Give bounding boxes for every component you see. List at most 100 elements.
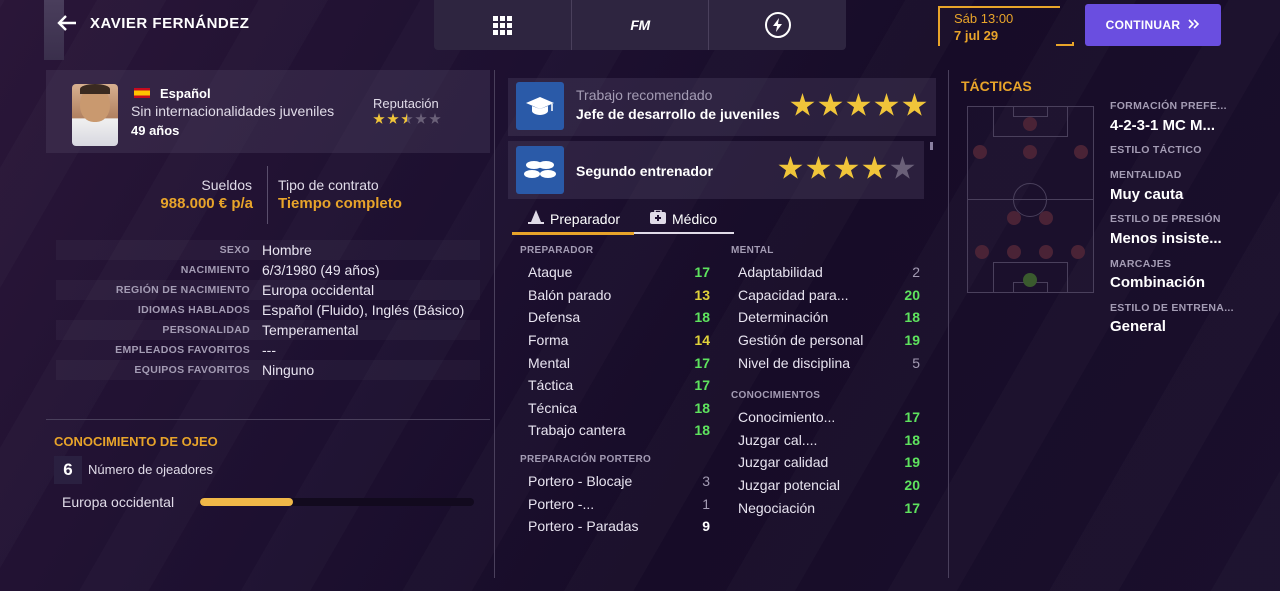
formation-player-dot bbox=[1007, 211, 1021, 225]
star-icon bbox=[387, 113, 399, 124]
tab-underline-active bbox=[512, 232, 634, 235]
attribute-name: Adaptabilidad bbox=[738, 264, 823, 281]
tactic-value: General bbox=[1110, 318, 1166, 335]
tactic-key: ESTILO DE PRESIÓN bbox=[1110, 213, 1221, 225]
game-time: Sáb 13:00 bbox=[954, 11, 1014, 26]
grid-menu-button[interactable] bbox=[434, 0, 572, 50]
role-name: Segundo entrenador bbox=[576, 163, 713, 179]
fm-home-button[interactable]: FM bbox=[572, 0, 710, 50]
knowledge-region: Europa occidental bbox=[62, 494, 175, 510]
info-value: Ninguno bbox=[262, 362, 315, 378]
attribute-row[interactable]: Juzgar cal.... 18 bbox=[738, 429, 920, 452]
attribute-value: 1 bbox=[702, 495, 710, 512]
formation-pitch[interactable] bbox=[967, 106, 1094, 293]
tab-preparador[interactable]: Preparador bbox=[528, 210, 620, 227]
divider bbox=[46, 419, 490, 420]
avatar bbox=[72, 84, 118, 146]
attribute-name: Portero - Blocaje bbox=[528, 473, 633, 490]
attribute-row[interactable]: Adaptabilidad 2 bbox=[738, 261, 920, 284]
attribute-row[interactable]: Conocimiento... 17 bbox=[738, 406, 920, 429]
fm-logo: FM bbox=[630, 17, 650, 33]
info-key: PERSONALIDAD bbox=[162, 324, 250, 336]
back-arrow-icon[interactable] bbox=[56, 12, 80, 36]
attribute-name: Nivel de disciplina bbox=[738, 354, 851, 371]
star-icon bbox=[806, 156, 831, 179]
attribute-value: 3 bbox=[702, 473, 710, 490]
attribute-value: 17 bbox=[904, 499, 920, 516]
attribute-value: 18 bbox=[904, 309, 920, 326]
section-title: PREPARADOR bbox=[520, 245, 594, 256]
tactic-key: MENTALIDAD bbox=[1110, 169, 1182, 181]
info-row: NACIMIENTO 6/3/1980 (49 años) bbox=[56, 260, 480, 280]
attribute-list-mental: Adaptabilidad 2 Capacidad para... 20 Determi… bbox=[738, 261, 920, 374]
star-icon bbox=[401, 113, 413, 124]
attribute-row[interactable]: Portero -... 1 bbox=[528, 493, 710, 516]
star-icon bbox=[778, 156, 803, 179]
attribute-value: 19 bbox=[904, 454, 920, 471]
info-key: SEXO bbox=[219, 244, 250, 256]
attribute-name: Capacidad para... bbox=[738, 286, 849, 303]
attribute-row[interactable]: Técnica 18 bbox=[528, 397, 710, 420]
knowledge-bar-fill bbox=[200, 498, 294, 506]
scrollbar[interactable] bbox=[930, 142, 933, 150]
attribute-value: 2 bbox=[912, 264, 920, 281]
tab-medico[interactable]: Médico bbox=[650, 209, 718, 227]
divider bbox=[267, 166, 268, 224]
attribute-row[interactable]: Ataque 17 bbox=[528, 261, 710, 284]
attribute-name: Trabajo cantera bbox=[528, 422, 626, 439]
quick-action-button[interactable] bbox=[709, 0, 846, 50]
attribute-row[interactable]: Táctica 17 bbox=[528, 374, 710, 397]
attribute-name: Gestión de personal bbox=[738, 332, 864, 349]
graduation-cap-icon bbox=[516, 82, 564, 130]
attribute-row[interactable]: Capacidad para... 20 bbox=[738, 284, 920, 307]
info-value: Temperamental bbox=[262, 322, 359, 338]
attribute-name: Negociación bbox=[738, 499, 816, 516]
date-frame-corner bbox=[1056, 42, 1074, 46]
attribute-row[interactable]: Negociación 17 bbox=[738, 496, 920, 519]
salary-value: 988.000 € p/a bbox=[160, 195, 253, 212]
attribute-name: Forma bbox=[528, 332, 569, 349]
scouts-count: 6 bbox=[54, 456, 82, 484]
star-icon bbox=[834, 156, 859, 179]
formation-player-dot bbox=[1007, 245, 1021, 259]
tactic-key: MARCAJES bbox=[1110, 258, 1172, 270]
tab-label: Médico bbox=[672, 210, 718, 227]
attribute-row[interactable]: Determinación 18 bbox=[738, 306, 920, 329]
formation-player-dot bbox=[1074, 145, 1088, 159]
star-icon bbox=[415, 113, 427, 124]
section-title: PREPARACIÓN PORTERO bbox=[520, 454, 652, 465]
column-divider bbox=[494, 70, 495, 578]
attribute-value: 18 bbox=[904, 431, 920, 448]
info-key: IDIOMAS HABLADOS bbox=[137, 304, 250, 316]
attribute-row[interactable]: Defensa 18 bbox=[528, 306, 710, 329]
attribute-name: Portero - Paradas bbox=[528, 518, 639, 535]
attribute-name: Defensa bbox=[528, 309, 581, 326]
cone-icon bbox=[528, 210, 544, 227]
bolt-icon bbox=[764, 12, 791, 38]
tactic-value: Muy cauta bbox=[1110, 186, 1184, 203]
continue-button[interactable]: CONTINUAR bbox=[1085, 4, 1221, 46]
attribute-row[interactable]: Trabajo cantera 18 bbox=[528, 419, 710, 442]
attribute-row[interactable]: Juzgar calidad 19 bbox=[738, 451, 920, 474]
info-value: Hombre bbox=[262, 242, 312, 258]
attribute-value: 9 bbox=[702, 518, 710, 535]
attribute-value: 5 bbox=[912, 354, 920, 371]
attribute-name: Técnica bbox=[528, 399, 578, 416]
attribute-row[interactable]: Nivel de disciplina 5 bbox=[738, 351, 920, 374]
attribute-list-preparador: Ataque 17 Balón parado 13 Defensa 18 Forma 14 Me… bbox=[528, 261, 710, 442]
attribute-row[interactable]: Mental 17 bbox=[528, 351, 710, 374]
star-icon bbox=[862, 156, 887, 179]
attribute-value: 17 bbox=[694, 264, 710, 281]
reputation-stars bbox=[373, 113, 441, 125]
attribute-row[interactable]: Gestión de personal 19 bbox=[738, 329, 920, 352]
attribute-row[interactable]: Forma 14 bbox=[528, 329, 710, 352]
attribute-row[interactable]: Balón parado 13 bbox=[528, 284, 710, 307]
formation-goalkeeper-dot bbox=[1023, 273, 1037, 287]
attribute-row[interactable]: Portero - Blocaje 3 bbox=[528, 470, 710, 493]
formation-player-dot bbox=[1023, 117, 1037, 131]
tab-underline bbox=[634, 232, 734, 234]
attribute-row[interactable]: Portero - Paradas 9 bbox=[528, 515, 710, 538]
attribute-value: 17 bbox=[904, 409, 920, 426]
info-row: EMPLEADOS FAVORITOS --- bbox=[56, 340, 480, 360]
attribute-row[interactable]: Juzgar potencial 20 bbox=[738, 474, 920, 497]
